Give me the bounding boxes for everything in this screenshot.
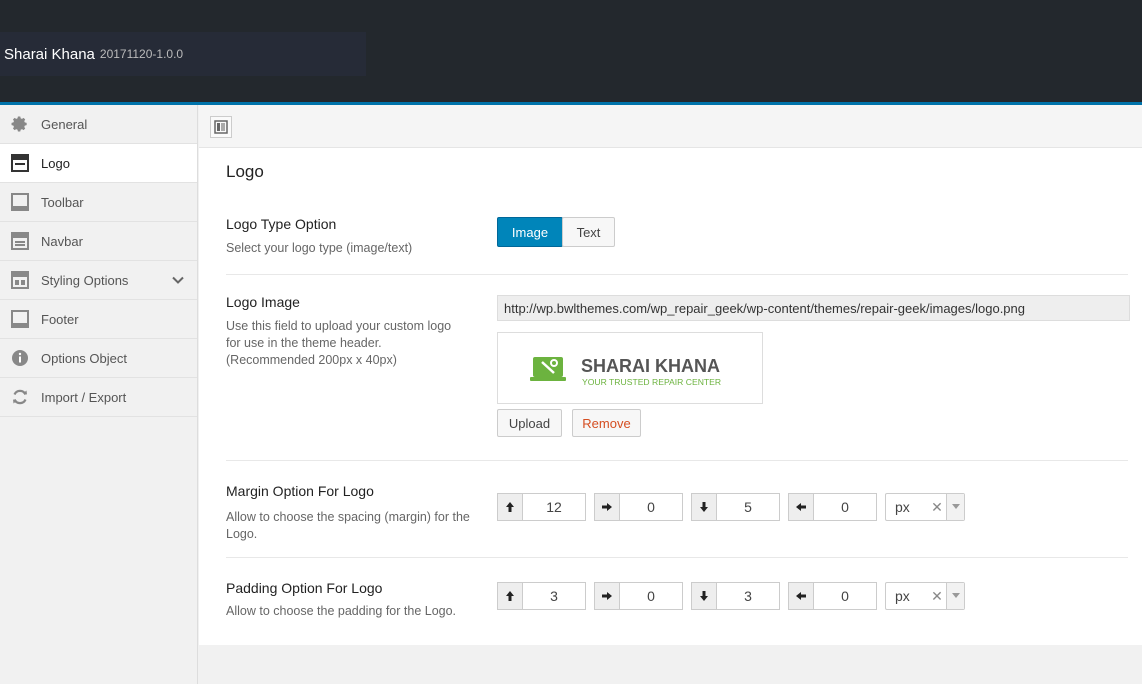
sidebar-item-styling-options[interactable]: Styling Options bbox=[0, 261, 197, 300]
logo-section-panel: Logo Logo Type Option Select your logo t… bbox=[199, 148, 1142, 645]
logo-type-row: Logo Type Option Select your logo type (… bbox=[226, 208, 1128, 275]
padding-top-input[interactable]: 3 bbox=[523, 582, 586, 610]
dropdown-arrow-icon[interactable] bbox=[946, 494, 964, 520]
description-line: for use in the theme header. bbox=[226, 336, 382, 350]
sidebar-item-label: Footer bbox=[41, 311, 79, 327]
sidebar-item-label: Logo bbox=[41, 155, 70, 171]
app-title: Sharai Khana bbox=[4, 45, 95, 63]
unit-value: px bbox=[895, 499, 910, 515]
field-label: Margin Option For Logo bbox=[226, 483, 374, 499]
padding-unit-select[interactable]: px ✕ bbox=[885, 582, 965, 610]
description-line: Logo. bbox=[226, 527, 258, 541]
expand-toggle-icon[interactable] bbox=[210, 116, 232, 138]
sidebar-item-label: Styling Options bbox=[41, 272, 129, 288]
padding-top-spinner[interactable]: 3 bbox=[497, 582, 586, 610]
arrow-down-icon bbox=[691, 582, 717, 610]
admin-header: Sharai Khana 20171120-1.0.0 bbox=[0, 0, 1142, 102]
sidebar-item-logo[interactable]: Logo bbox=[0, 144, 197, 183]
sidebar-item-import-export[interactable]: Import / Export bbox=[0, 378, 197, 417]
field-label: Logo Image bbox=[226, 294, 300, 310]
sidebar-item-options-object[interactable]: Options Object bbox=[0, 339, 197, 378]
margin-left-spinner[interactable]: 0 bbox=[788, 493, 877, 521]
brand: Sharai Khana 20171120-1.0.0 bbox=[0, 32, 366, 76]
arrow-up-icon bbox=[497, 582, 523, 610]
sidebar-item-label: Import / Export bbox=[41, 389, 127, 405]
sidebar-item-general[interactable]: General bbox=[0, 105, 197, 144]
styling-icon bbox=[10, 270, 30, 290]
description-line: Allow to choose the spacing (margin) for… bbox=[226, 510, 470, 524]
arrow-up-icon bbox=[497, 493, 523, 521]
field-description: Use this field to upload your custom log… bbox=[226, 318, 491, 369]
remove-button[interactable]: Remove bbox=[572, 409, 641, 437]
navbar-icon bbox=[10, 231, 30, 251]
app-version: 20171120-1.0.0 bbox=[99, 47, 184, 61]
description-line: Use this field to upload your custom log… bbox=[226, 319, 452, 333]
padding-right-input[interactable]: 0 bbox=[620, 582, 683, 610]
clear-icon[interactable]: ✕ bbox=[928, 588, 946, 605]
field-description: Allow to choose the padding for the Logo… bbox=[226, 604, 457, 618]
padding-left-input[interactable]: 0 bbox=[814, 582, 877, 610]
info-icon bbox=[10, 348, 30, 368]
margin-top-spinner[interactable]: 12 bbox=[497, 493, 586, 521]
toolbar-icon bbox=[10, 192, 30, 212]
content-toolbar bbox=[199, 105, 1142, 148]
gear-icon bbox=[10, 114, 30, 134]
sidebar-item-label: Navbar bbox=[41, 233, 83, 249]
field-description: Allow to choose the spacing (margin) for… bbox=[226, 509, 491, 543]
arrow-right-icon bbox=[594, 493, 620, 521]
sidebar-item-navbar[interactable]: Navbar bbox=[0, 222, 197, 261]
logo-type-text-button[interactable]: Text bbox=[562, 217, 615, 247]
sidebar-item-toolbar[interactable]: Toolbar bbox=[0, 183, 197, 222]
margin-unit-select[interactable]: px ✕ bbox=[885, 493, 965, 521]
logo-preview-title: SHARAI KHANA bbox=[581, 356, 720, 376]
margin-right-spinner[interactable]: 0 bbox=[594, 493, 683, 521]
field-description: Select your logo type (image/text) bbox=[226, 241, 413, 255]
logo-type-image-button[interactable]: Image bbox=[497, 217, 563, 247]
margin-bottom-input[interactable]: 5 bbox=[717, 493, 780, 521]
field-label: Padding Option For Logo bbox=[226, 580, 383, 596]
unit-value: px bbox=[895, 588, 910, 604]
padding-bottom-spinner[interactable]: 3 bbox=[691, 582, 780, 610]
sidebar-item-label: Toolbar bbox=[41, 194, 84, 210]
refresh-icon bbox=[10, 387, 30, 407]
section-title: Logo bbox=[226, 162, 264, 181]
arrow-right-icon bbox=[594, 582, 620, 610]
margin-bottom-spinner[interactable]: 5 bbox=[691, 493, 780, 521]
logo-preview-image: SHARAI KHANA YOUR TRUSTED REPAIR CENTER bbox=[497, 332, 763, 404]
options-sidebar: General Logo Toolbar Navbar Styling Opti… bbox=[0, 105, 198, 684]
chevron-down-icon[interactable] bbox=[171, 273, 185, 287]
sidebar-item-label: Options Object bbox=[41, 350, 127, 366]
arrow-left-icon bbox=[788, 582, 814, 610]
arrow-left-icon bbox=[788, 493, 814, 521]
sidebar-item-footer[interactable]: Footer bbox=[0, 300, 197, 339]
margin-right-input[interactable]: 0 bbox=[620, 493, 683, 521]
padding-bottom-input[interactable]: 3 bbox=[717, 582, 780, 610]
logo-url-input[interactable]: http://wp.bwlthemes.com/wp_repair_geek/w… bbox=[497, 295, 1130, 321]
dropdown-arrow-icon[interactable] bbox=[946, 583, 964, 609]
sidebar-item-label: General bbox=[41, 116, 88, 132]
arrow-down-icon bbox=[691, 493, 717, 521]
logo-preview-tagline: YOUR TRUSTED REPAIR CENTER bbox=[582, 377, 721, 387]
upload-button[interactable]: Upload bbox=[497, 409, 562, 437]
padding-left-spinner[interactable]: 0 bbox=[788, 582, 877, 610]
footer-icon bbox=[10, 309, 30, 329]
margin-top-input[interactable]: 12 bbox=[523, 493, 586, 521]
padding-right-spinner[interactable]: 0 bbox=[594, 582, 683, 610]
description-line: (Recommended 200px x 40px) bbox=[226, 353, 397, 367]
field-label: Logo Type Option bbox=[226, 216, 337, 232]
margin-left-input[interactable]: 0 bbox=[814, 493, 877, 521]
clear-icon[interactable]: ✕ bbox=[928, 499, 946, 516]
window-icon bbox=[10, 153, 30, 173]
options-content: Logo Logo Type Option Select your logo t… bbox=[199, 105, 1142, 684]
